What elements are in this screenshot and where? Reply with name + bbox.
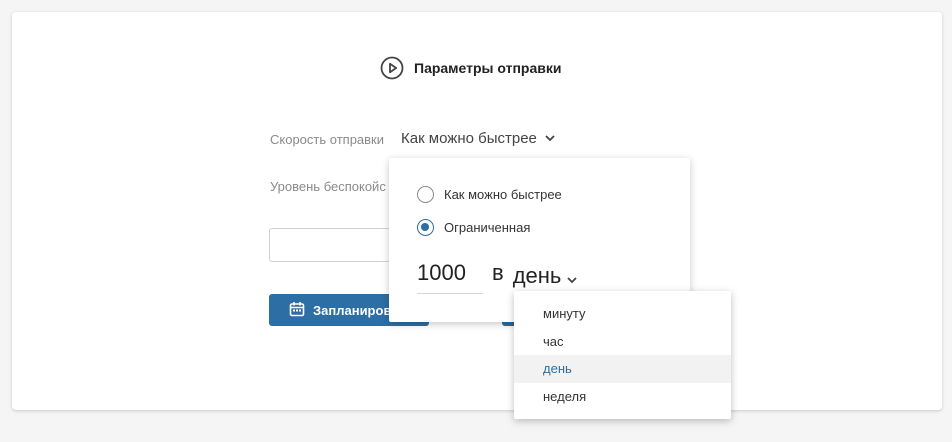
radio-limited[interactable]: [417, 219, 434, 236]
section-title: Параметры отправки: [414, 60, 562, 76]
chevron-down-icon: [545, 129, 555, 147]
limit-input[interactable]: 1000: [417, 258, 483, 294]
limit-separator: в: [492, 260, 504, 285]
schedule-button-label: Запланиров: [313, 302, 392, 318]
chevron-down-icon: [567, 271, 578, 289]
speed-select[interactable]: Как можно быстрее: [401, 129, 555, 147]
calendar-icon: [289, 301, 313, 320]
unit-select-value: день: [512, 263, 562, 288]
unit-dropdown: минуту час день неделя: [514, 291, 731, 419]
radio-fastest-label: Как можно быстрее: [444, 187, 562, 202]
radio-fastest[interactable]: [417, 186, 434, 203]
radio-option-fastest[interactable]: Как можно быстрее: [417, 186, 562, 203]
speed-label: Скорость отправки: [270, 132, 385, 147]
dropdown-item-week[interactable]: неделя: [514, 383, 731, 411]
radio-option-limited[interactable]: Ограниченная: [417, 219, 530, 236]
unit-select[interactable]: день: [513, 258, 578, 294]
limit-row: 1000 в день: [417, 258, 578, 294]
level-label: Уровень беспокойс: [270, 179, 386, 194]
play-circle-icon: [380, 56, 404, 80]
dropdown-item-day[interactable]: день: [514, 355, 731, 383]
dropdown-item-hour[interactable]: час: [514, 328, 731, 356]
radio-limited-label: Ограниченная: [444, 220, 531, 235]
section-header: Параметры отправки: [380, 56, 561, 80]
speed-select-value: Как можно быстрее: [401, 129, 537, 147]
dropdown-item-minute[interactable]: минуту: [514, 300, 731, 328]
